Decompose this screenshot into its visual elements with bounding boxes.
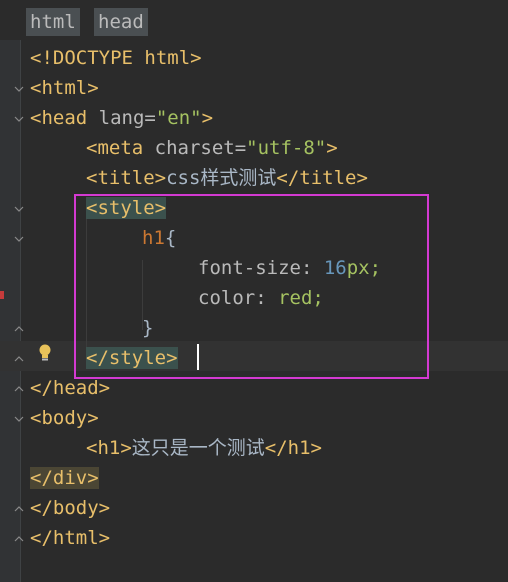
code-line[interactable]: <!DOCTYPE html> [30, 43, 202, 73]
attr-token: lang= [87, 107, 156, 129]
fold-icon[interactable] [14, 354, 24, 364]
tag-token: > [201, 107, 214, 129]
code-line[interactable]: <meta charset="utf-8"> [86, 133, 338, 163]
fold-icon[interactable] [14, 384, 24, 394]
text-token: 这只是一个测试 [131, 437, 265, 459]
tag-token: </title> [276, 167, 368, 189]
attr-token: charset= [143, 137, 247, 159]
code-line[interactable]: <html> [30, 73, 99, 103]
lightbulb-icon[interactable] [37, 343, 53, 363]
fold-icon[interactable] [14, 204, 24, 214]
fold-icon[interactable] [14, 414, 24, 424]
tag-token: > [326, 137, 338, 159]
tag-token: <h1> [86, 437, 132, 459]
code-line[interactable]: <body> [30, 403, 99, 433]
code-line[interactable]: </div> [30, 463, 99, 493]
fold-icon[interactable] [14, 534, 24, 544]
tag-token: <title> [86, 167, 167, 189]
breadcrumb-item-head[interactable]: head [94, 8, 148, 36]
code-line[interactable]: <title>css样式测试</title> [86, 163, 368, 193]
fold-icon[interactable] [14, 234, 24, 244]
fold-icon[interactable] [14, 114, 24, 124]
fold-icon[interactable] [14, 324, 24, 334]
tag-token: <meta [86, 137, 144, 159]
code-line[interactable]: </html> [30, 523, 110, 553]
breadcrumb: html head [0, 0, 508, 40]
error-marker[interactable] [0, 291, 4, 299]
annotation-box [74, 194, 429, 379]
tag-token: <head [30, 107, 88, 129]
text-token: css样式测试 [166, 167, 277, 189]
fold-icon[interactable] [14, 84, 24, 94]
code-line[interactable]: <head lang="en"> [30, 103, 213, 133]
string-token: "en" [155, 107, 202, 129]
unmatched-tag: </div> [30, 467, 99, 489]
tag-token: </h1> [264, 437, 322, 459]
string-token: "utf-8" [246, 137, 327, 159]
code-line[interactable]: <h1>这只是一个测试</h1> [86, 433, 322, 463]
fold-icon[interactable] [14, 504, 24, 514]
breadcrumb-item-html[interactable]: html [26, 8, 80, 36]
code-line[interactable]: </body> [30, 493, 110, 523]
